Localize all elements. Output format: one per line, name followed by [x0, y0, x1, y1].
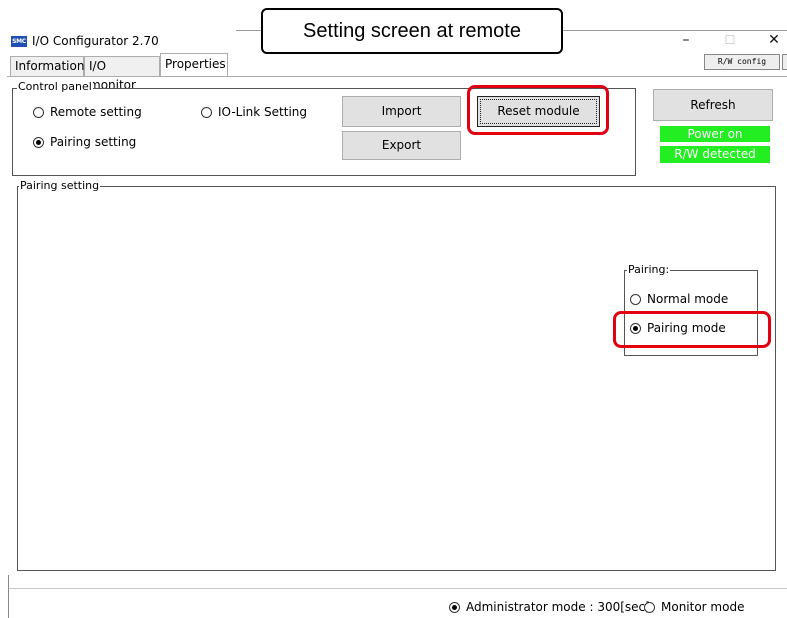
- callout-connector-left: [236, 30, 261, 31]
- window-title: I/O Configurator 2.70: [32, 34, 159, 48]
- io-link-setting-label: IO-Link Setting: [218, 105, 308, 119]
- tab-io-monitor[interactable]: I/O monitor: [84, 56, 160, 92]
- remote-setting-radio[interactable]: Remote setting: [33, 105, 142, 119]
- normal-mode-label: Normal mode: [647, 292, 729, 306]
- radio-circle: [201, 106, 212, 118]
- pairing-mode-highlight: [613, 311, 771, 348]
- pairing-setting-label: Pairing setting: [50, 135, 137, 149]
- monitor-mode-radio[interactable]: Monitor mode: [644, 600, 744, 614]
- maximize-button[interactable]: ☐: [720, 30, 740, 50]
- minimize-button[interactable]: –: [676, 30, 696, 50]
- footer-divider: [8, 588, 787, 589]
- pairing-setting-group: [17, 186, 776, 571]
- reset-module-highlight: [467, 85, 609, 135]
- annotation-callout: Setting screen at remote: [261, 8, 563, 54]
- rw-config-button[interactable]: R/W config: [704, 54, 780, 70]
- normal-mode-radio[interactable]: Normal mode: [630, 292, 728, 306]
- io-link-setting-radio[interactable]: IO-Link Setting: [201, 105, 307, 119]
- control-panel-label: Control panel: [17, 80, 93, 93]
- refresh-button[interactable]: Refresh: [653, 89, 773, 121]
- pairing-setting-radio[interactable]: Pairing setting: [33, 135, 136, 149]
- rw-config-edge: [782, 54, 787, 70]
- radio-circle: [630, 293, 641, 305]
- window-left-edge: [8, 575, 9, 618]
- close-button[interactable]: ✕: [764, 30, 784, 50]
- pairing-group-label: Pairing:: [627, 263, 671, 276]
- tab-properties[interactable]: Properties: [160, 53, 228, 77]
- radio-circle: [449, 601, 460, 613]
- monitor-mode-label: Monitor mode: [661, 600, 745, 614]
- radio-circle: [644, 601, 655, 613]
- callout-connector-right: [563, 30, 787, 31]
- administrator-mode-radio[interactable]: Administrator mode : 300[sec]: [449, 600, 650, 614]
- export-button[interactable]: Export: [342, 131, 461, 160]
- app-icon: SMC: [11, 36, 27, 47]
- power-on-status: Power on: [660, 126, 770, 142]
- remote-setting-label: Remote setting: [50, 105, 142, 119]
- tab-divider: [7, 76, 787, 77]
- radio-circle: [33, 106, 44, 118]
- radio-circle: [33, 136, 44, 148]
- rw-detected-status: R/W detected: [660, 146, 770, 163]
- tab-information[interactable]: Information: [10, 56, 84, 76]
- administrator-mode-label: Administrator mode : 300[sec]: [466, 600, 650, 614]
- pairing-setting-label: Pairing setting: [19, 179, 101, 192]
- import-button[interactable]: Import: [342, 96, 461, 127]
